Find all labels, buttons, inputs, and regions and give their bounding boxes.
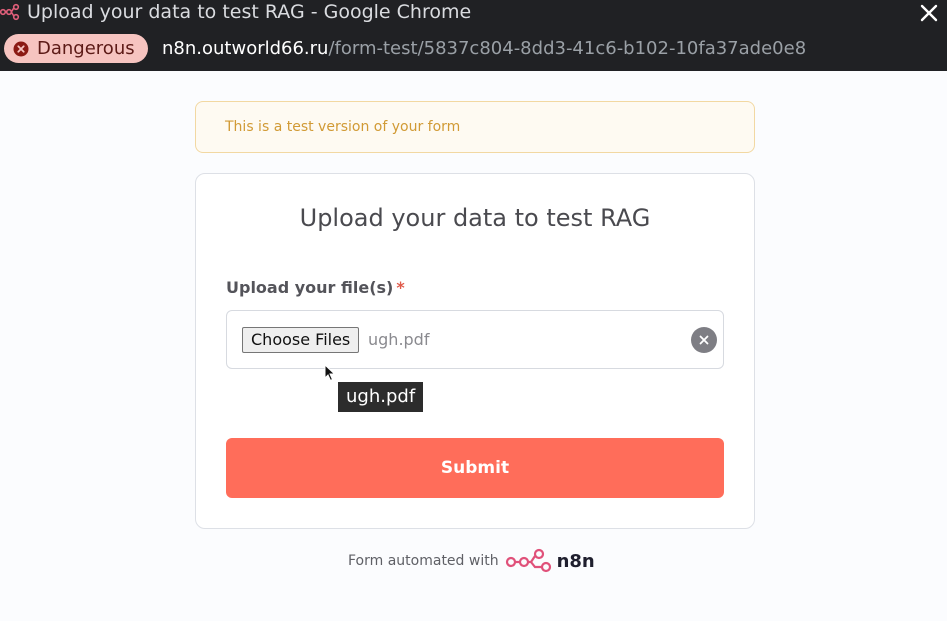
required-mark: *: [396, 278, 405, 297]
footer: Form automated with n8n: [348, 548, 595, 574]
footer-text: Form automated with: [348, 553, 499, 569]
file-field-label-text: Upload your file(s): [226, 278, 394, 297]
test-version-banner: This is a test version of your form: [195, 101, 755, 153]
security-chip[interactable]: Dangerous: [4, 34, 148, 63]
selected-file-name: ugh.pdf: [368, 330, 430, 349]
form-title: Upload your data to test RAG: [299, 204, 651, 232]
form-card: Upload your data to test RAG Upload your…: [195, 173, 755, 529]
file-upload-input[interactable]: Choose Files ugh.pdf: [226, 310, 724, 369]
footer-brand: n8n: [556, 550, 595, 572]
security-label: Dangerous: [37, 38, 135, 59]
clear-icon: [699, 335, 709, 345]
url-path: /form-test/5837c804-8dd3-41c6-b102-10fa3…: [328, 38, 807, 59]
n8n-logo-icon: [0, 3, 20, 21]
choose-files-button[interactable]: Choose Files: [242, 327, 360, 353]
warning-circle-icon: [13, 41, 29, 56]
window-titlebar: Upload your data to test RAG - Google Ch…: [0, 0, 947, 26]
file-field-label: Upload your file(s) *: [226, 278, 405, 297]
n8n-logo-icon: [505, 548, 551, 573]
submit-button[interactable]: Submit: [226, 438, 724, 498]
url-field[interactable]: n8n.outworld66.ru/form-test/5837c804-8dd…: [162, 36, 806, 62]
close-icon[interactable]: [919, 3, 939, 23]
address-bar: Dangerous n8n.outworld66.ru/form-test/58…: [0, 26, 947, 71]
url-host: n8n.outworld66.ru: [162, 38, 329, 59]
window-title: Upload your data to test RAG - Google Ch…: [27, 1, 472, 23]
clear-file-button[interactable]: [691, 327, 717, 353]
file-tooltip: ugh.pdf: [338, 382, 424, 412]
banner-text: This is a test version of your form: [225, 119, 461, 135]
mouse-cursor-icon: [324, 364, 336, 382]
